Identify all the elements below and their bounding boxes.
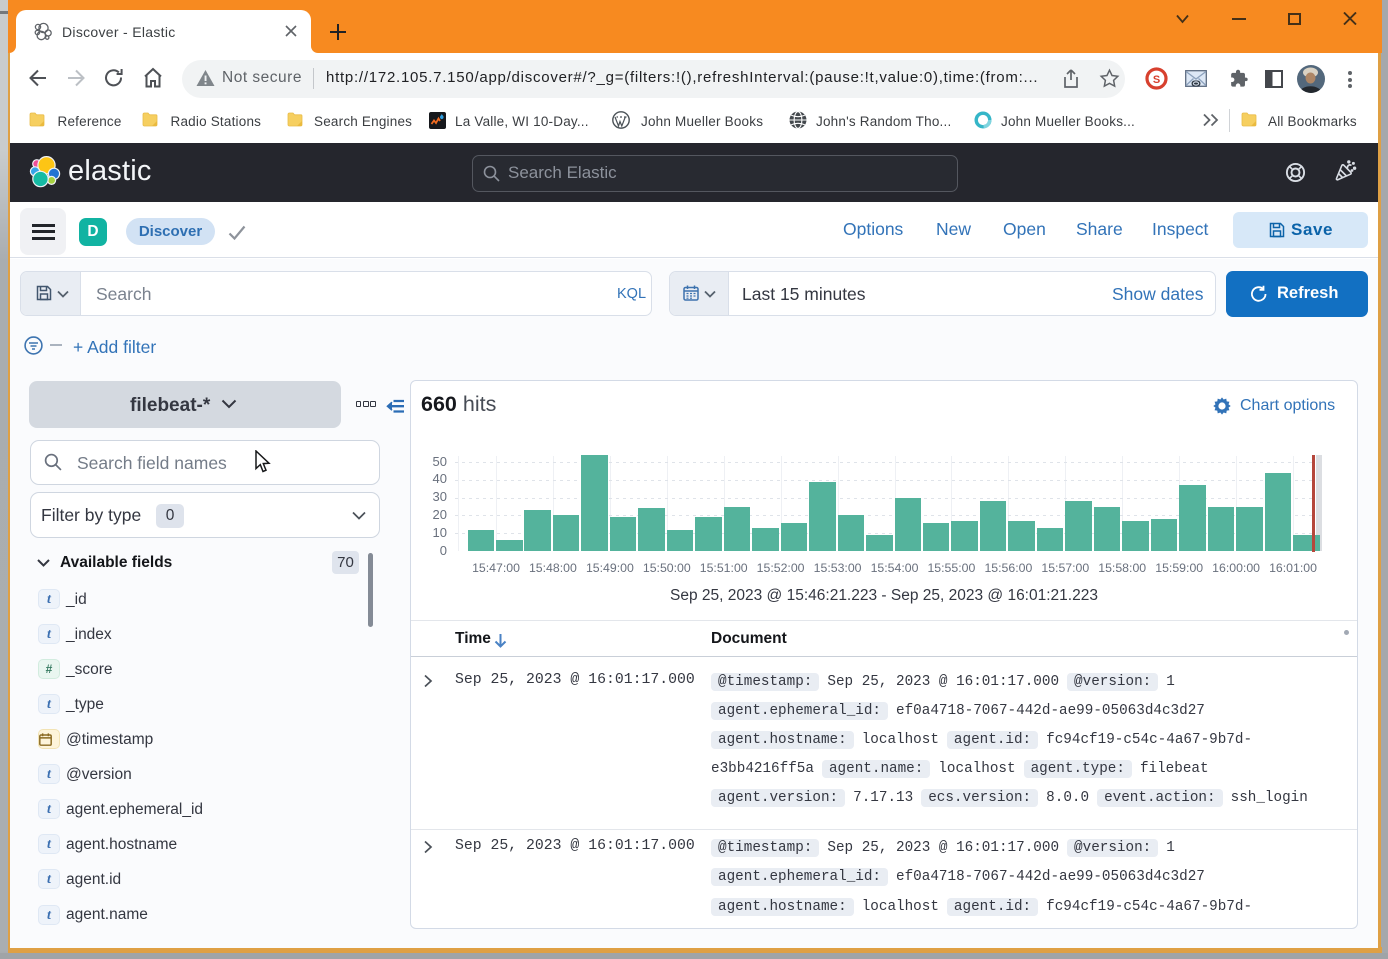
svg-text:S: S <box>1153 74 1160 86</box>
